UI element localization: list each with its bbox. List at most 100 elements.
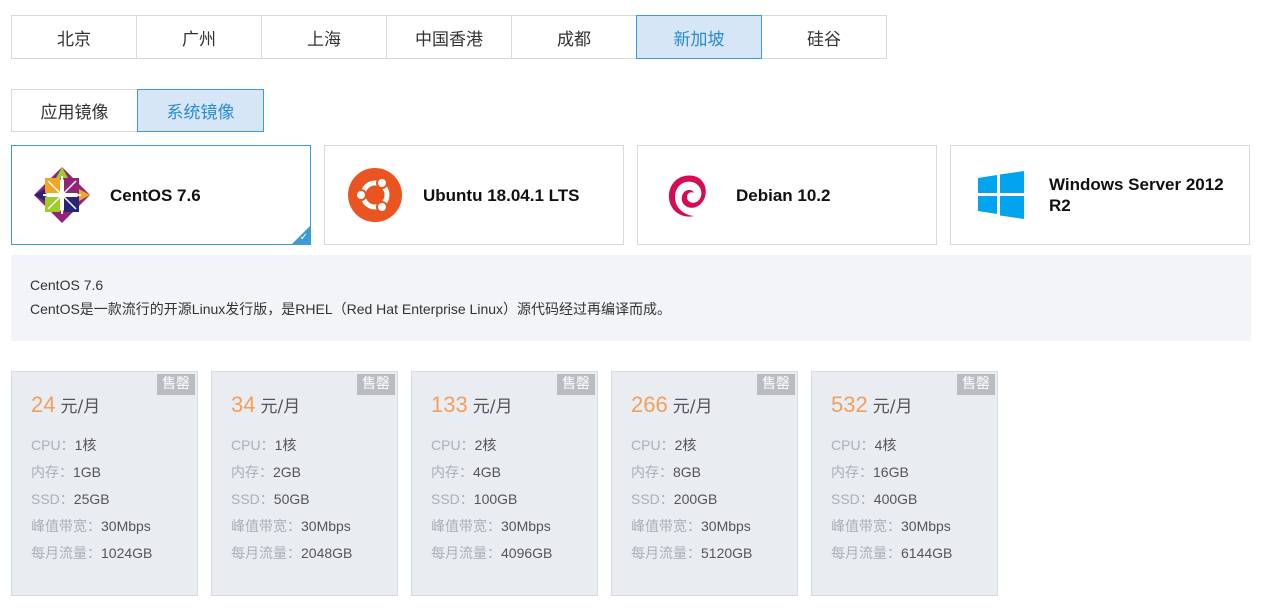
- region-tabs: 北京 广州 上海 中国香港 成都 新加坡 硅谷: [11, 15, 887, 59]
- spec-traffic: 每月流量：1024GB: [31, 540, 152, 567]
- plan-specs: CPU：2核 内存：8GB SSD：200GB 峰值带宽：30Mbps 每月流量…: [631, 432, 752, 567]
- os-card-debian[interactable]: Debian 10.2: [637, 145, 937, 245]
- region-tab-chengdu[interactable]: 成都: [511, 15, 637, 59]
- os-description: CentOS 7.6 CentOS是一款流行的开源Linux发行版，是RHEL（…: [11, 255, 1251, 341]
- spec-label: 内存：: [231, 464, 273, 480]
- region-tab-shanghai[interactable]: 上海: [261, 15, 387, 59]
- spec-label: CPU：: [231, 437, 275, 453]
- spec-label: 内存：: [31, 464, 73, 480]
- spec-value: 2核: [674, 437, 697, 453]
- spec-label: 内存：: [831, 464, 873, 480]
- spec-label: SSD：: [31, 491, 74, 507]
- price-value: 24: [31, 392, 56, 417]
- os-card-centos[interactable]: CentOS 7.6 ✓: [11, 145, 311, 245]
- plan-specs: CPU：1核 内存：1GB SSD：25GB 峰值带宽：30Mbps 每月流量：…: [31, 432, 152, 567]
- spec-memory: 内存：2GB: [231, 459, 352, 486]
- checkmark-icon: ✓: [299, 232, 308, 243]
- plan-price: 266 元/月: [631, 392, 712, 418]
- os-card-ubuntu[interactable]: Ubuntu 18.04.1 LTS: [324, 145, 624, 245]
- tab-system-image[interactable]: 系统镜像: [137, 89, 264, 132]
- spec-label: 峰值带宽：: [31, 518, 101, 534]
- spec-label: CPU：: [31, 437, 75, 453]
- os-name: Ubuntu 18.04.1 LTS: [423, 185, 580, 205]
- spec-value: 4核: [874, 437, 897, 453]
- region-tab-silicon-valley[interactable]: 硅谷: [761, 15, 887, 59]
- spec-label: SSD：: [831, 491, 874, 507]
- ubuntu-logo-icon: [345, 165, 405, 225]
- spec-ssd: SSD：200GB: [631, 486, 752, 513]
- spec-bandwidth: 峰值带宽：30Mbps: [231, 513, 352, 540]
- spec-label: 峰值带宽：: [631, 518, 701, 534]
- plan-card[interactable]: 售罄 34 元/月 CPU：1核 内存：2GB SSD：50GB 峰值带宽：30…: [211, 371, 398, 596]
- spec-label: 内存：: [431, 464, 473, 480]
- spec-label: 每月流量：: [231, 545, 301, 561]
- price-unit: 元/月: [260, 397, 301, 417]
- spec-value: 8GB: [673, 464, 702, 480]
- plan-specs: CPU：4核 内存：16GB SSD：400GB 峰值带宽：30Mbps 每月流…: [831, 432, 952, 567]
- description-text: CentOS是一款流行的开源Linux发行版，是RHEL（Red Hat Ent…: [30, 301, 672, 317]
- spec-value: 2048GB: [301, 545, 353, 561]
- spec-memory: 内存：16GB: [831, 459, 952, 486]
- spec-memory: 内存：1GB: [31, 459, 152, 486]
- spec-label: SSD：: [231, 491, 274, 507]
- price-unit: 元/月: [472, 397, 513, 417]
- windows-logo-icon: [971, 165, 1031, 225]
- spec-label: 峰值带宽：: [231, 518, 301, 534]
- spec-value: 2GB: [273, 464, 302, 480]
- spec-memory: 内存：8GB: [631, 459, 752, 486]
- spec-value: 400GB: [873, 491, 918, 507]
- spec-label: SSD：: [431, 491, 474, 507]
- spec-value: 1GB: [73, 464, 102, 480]
- spec-cpu: CPU：2核: [431, 432, 552, 459]
- spec-cpu: CPU：1核: [31, 432, 152, 459]
- spec-value: 30Mbps: [901, 518, 951, 534]
- plan-card[interactable]: 售罄 133 元/月 CPU：2核 内存：4GB SSD：100GB 峰值带宽：…: [411, 371, 598, 596]
- spec-label: SSD：: [631, 491, 674, 507]
- sold-out-badge: 售罄: [357, 374, 395, 395]
- plan-price: 532 元/月: [831, 392, 912, 418]
- centos-logo-icon: [32, 165, 92, 225]
- spec-ssd: SSD：50GB: [231, 486, 352, 513]
- region-tab-hongkong[interactable]: 中国香港: [386, 15, 512, 59]
- spec-value: 1核: [74, 437, 97, 453]
- spec-traffic: 每月流量：6144GB: [831, 540, 952, 567]
- plan-list: 售罄 24 元/月 CPU：1核 内存：1GB SSD：25GB 峰值带宽：30…: [11, 371, 998, 596]
- spec-label: 每月流量：: [831, 545, 901, 561]
- spec-value: 4GB: [473, 464, 502, 480]
- spec-value: 2核: [474, 437, 497, 453]
- spec-value: 30Mbps: [501, 518, 551, 534]
- spec-label: 峰值带宽：: [431, 518, 501, 534]
- spec-cpu: CPU：4核: [831, 432, 952, 459]
- spec-value: 4096GB: [501, 545, 553, 561]
- spec-value: 30Mbps: [101, 518, 151, 534]
- spec-label: 每月流量：: [31, 545, 101, 561]
- plan-card[interactable]: 售罄 24 元/月 CPU：1核 内存：1GB SSD：25GB 峰值带宽：30…: [11, 371, 198, 596]
- spec-bandwidth: 峰值带宽：30Mbps: [631, 513, 752, 540]
- spec-label: 峰值带宽：: [831, 518, 901, 534]
- spec-value: 30Mbps: [701, 518, 751, 534]
- spec-bandwidth: 峰值带宽：30Mbps: [31, 513, 152, 540]
- spec-value: 1024GB: [101, 545, 153, 561]
- spec-cpu: CPU：1核: [231, 432, 352, 459]
- os-options: CentOS 7.6 ✓ Ubuntu 18.04.1 LTS Debian 1…: [11, 145, 1250, 245]
- spec-value: 5120GB: [701, 545, 753, 561]
- plan-card[interactable]: 售罄 266 元/月 CPU：2核 内存：8GB SSD：200GB 峰值带宽：…: [611, 371, 798, 596]
- description-title: CentOS 7.6: [30, 277, 104, 293]
- plan-specs: CPU：1核 内存：2GB SSD：50GB 峰值带宽：30Mbps 每月流量：…: [231, 432, 352, 567]
- price-value: 34: [231, 392, 256, 417]
- spec-value: 1核: [274, 437, 297, 453]
- region-tab-singapore[interactable]: 新加坡: [636, 15, 762, 59]
- spec-ssd: SSD：25GB: [31, 486, 152, 513]
- price-unit: 元/月: [872, 397, 913, 417]
- price-unit: 元/月: [672, 397, 713, 417]
- os-card-windows[interactable]: Windows Server 2012 R2: [950, 145, 1250, 245]
- region-tab-guangzhou[interactable]: 广州: [136, 15, 262, 59]
- plan-card[interactable]: 售罄 532 元/月 CPU：4核 内存：16GB SSD：400GB 峰值带宽…: [811, 371, 998, 596]
- price-unit: 元/月: [60, 397, 101, 417]
- plan-price: 34 元/月: [231, 392, 300, 418]
- os-name: CentOS 7.6: [110, 185, 201, 205]
- plan-specs: CPU：2核 内存：4GB SSD：100GB 峰值带宽：30Mbps 每月流量…: [431, 432, 552, 567]
- region-tab-beijing[interactable]: 北京: [11, 15, 137, 59]
- tab-app-image[interactable]: 应用镜像: [11, 89, 138, 132]
- os-name: Debian 10.2: [736, 185, 831, 205]
